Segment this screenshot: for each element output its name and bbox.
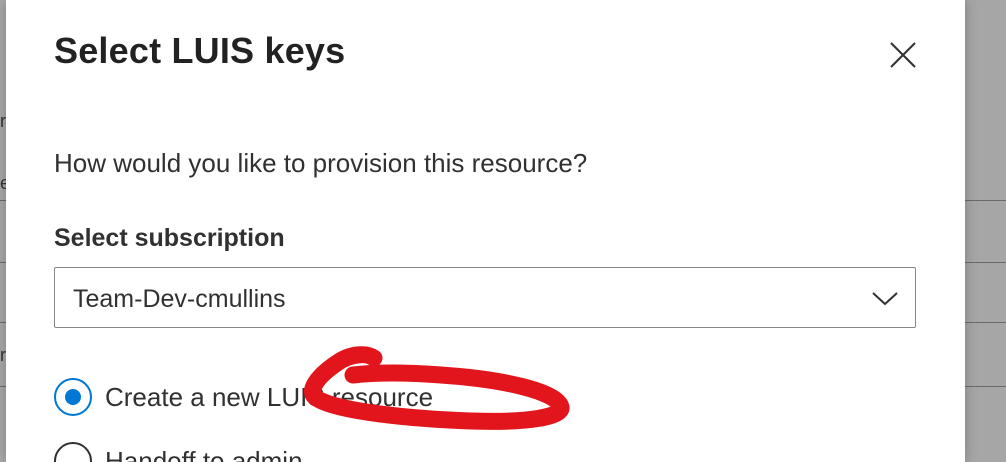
subscription-dropdown[interactable]: Team-Dev-cmullins [54, 267, 916, 328]
background-divider [965, 386, 1006, 387]
radio-selected-dot [65, 389, 81, 405]
background-divider [965, 200, 1006, 201]
radio-button-selected[interactable] [54, 378, 92, 416]
chevron-down-icon [872, 292, 898, 306]
subscription-label: Select subscription [54, 224, 285, 252]
close-icon [890, 42, 916, 68]
provision-question: How would you like to provision this res… [54, 148, 588, 178]
background-right-strip [965, 0, 1006, 462]
radio-label-handoff: Handoff to admin [105, 446, 303, 462]
close-button[interactable] [886, 38, 920, 72]
background-divider [965, 322, 1006, 323]
select-luis-keys-dialog: Select LUIS keys How would you like to p… [6, 0, 965, 462]
background-divider [965, 262, 1006, 263]
radio-button-unselected[interactable] [54, 442, 92, 462]
dialog-title: Select LUIS keys [54, 30, 346, 71]
radio-label-create-new: Create a new LUIS resource [105, 382, 434, 412]
subscription-value: Team-Dev-cmullins [73, 285, 286, 313]
